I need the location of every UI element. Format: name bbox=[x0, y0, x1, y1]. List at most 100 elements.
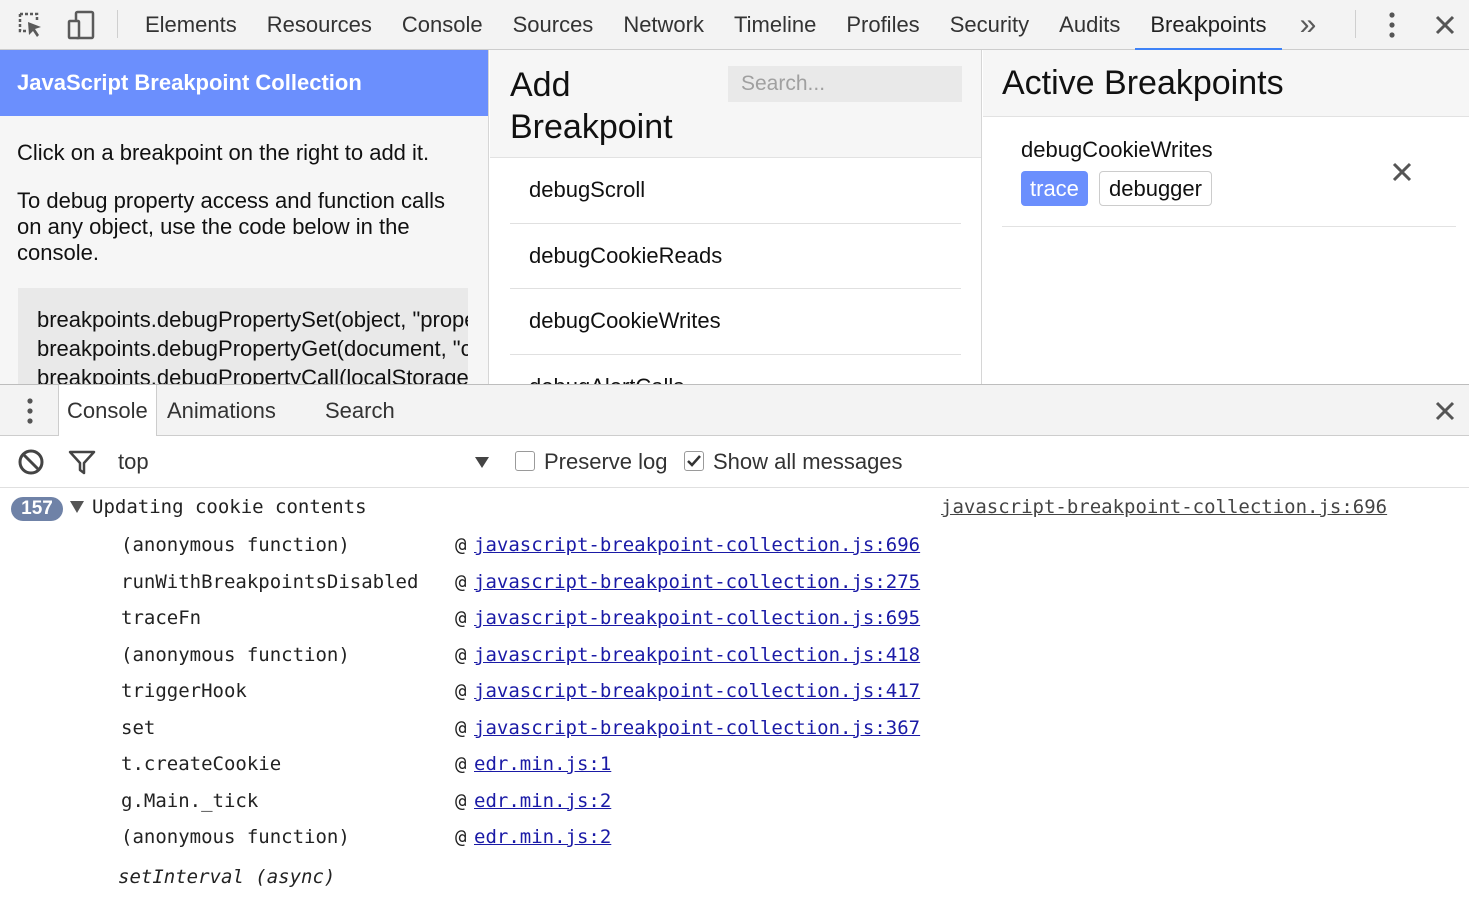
frame-link[interactable]: javascript-breakpoint-collection.js:695 bbox=[474, 607, 920, 629]
frame-link[interactable]: edr.min.js:2 bbox=[474, 790, 611, 812]
more-tabs-chevron-icon[interactable]: » bbox=[1296, 0, 1320, 50]
frame-function: (anonymous function) bbox=[121, 643, 350, 666]
frame-function: (anonymous function) bbox=[121, 534, 350, 556]
drawer-toolbar: Console Animations Search bbox=[0, 384, 1469, 437]
tab-profiles[interactable]: Profiles bbox=[831, 0, 934, 50]
tab-security[interactable]: Security bbox=[935, 0, 1044, 50]
description-text: To debug property access and function ca… bbox=[17, 188, 446, 265]
frame-function: traceFn bbox=[121, 607, 202, 629]
frame-at: @ bbox=[455, 680, 467, 702]
frame-function: runWithBreakpointsDisabled bbox=[121, 570, 419, 593]
show-all-messages-checkbox[interactable] bbox=[684, 451, 704, 471]
expand-triangle-icon[interactable] bbox=[70, 501, 84, 513]
frame-at: @ bbox=[455, 643, 467, 666]
tab-network[interactable]: Network bbox=[608, 0, 719, 50]
preserve-log-label: Preserve log bbox=[544, 449, 668, 474]
console-filter-bar: top Preserve log Show all messages bbox=[0, 436, 1469, 488]
code-line: breakpoints.debugPropertyGet(document, "… bbox=[37, 336, 468, 361]
frame-link[interactable]: javascript-breakpoint-collection.js:696 bbox=[474, 534, 920, 556]
frame-link[interactable]: javascript-breakpoint-collection.js:417 bbox=[474, 680, 920, 702]
frame-link[interactable]: edr.min.js:2 bbox=[474, 826, 611, 848]
trace-toggle-button[interactable]: trace bbox=[1021, 171, 1088, 206]
panel-tabs: Elements Resources Console Sources Netwo… bbox=[130, 0, 1282, 51]
frame-at: @ bbox=[455, 716, 467, 739]
active-breakpoints-title: Active Breakpoints bbox=[983, 50, 1469, 117]
stack-frame: (anonymous function) @ edr.min.js:2 bbox=[0, 826, 1469, 856]
frame-function: (anonymous function) bbox=[121, 826, 350, 848]
breakpoint-item-debugAlertCalls[interactable]: debugAlertCalls bbox=[510, 355, 961, 384]
frame-at: @ bbox=[455, 826, 467, 848]
frame-function: set bbox=[121, 716, 156, 739]
drawer-tab-animations[interactable]: Animations bbox=[167, 385, 276, 436]
drawer-menu-icon[interactable] bbox=[20, 385, 40, 436]
filter-icon[interactable] bbox=[67, 436, 97, 488]
active-breakpoint-name: debugCookieWrites bbox=[1021, 137, 1213, 162]
repeat-count-badge: 157 bbox=[11, 497, 63, 521]
message-source-link[interactable]: javascript-breakpoint-collection.js:696 bbox=[941, 496, 1387, 518]
preserve-log-checkbox[interactable] bbox=[515, 451, 535, 471]
code-example: breakpoints.debugPropertySet(object, "pr… bbox=[18, 288, 468, 384]
toolbar-divider-right bbox=[1355, 10, 1356, 38]
tab-breakpoints[interactable]: Breakpoints bbox=[1135, 0, 1282, 51]
code-line: breakpoints.debugPropertyCall(localStora… bbox=[37, 365, 468, 384]
frame-at: @ bbox=[455, 789, 467, 812]
tab-resources[interactable]: Resources bbox=[252, 0, 387, 50]
tab-timeline[interactable]: Timeline bbox=[719, 0, 831, 50]
drawer-tab-search[interactable]: Search bbox=[325, 385, 395, 436]
breakpoint-search-input[interactable] bbox=[728, 66, 962, 102]
more-options-icon[interactable] bbox=[1382, 0, 1402, 50]
stack-frame: (anonymous function) @ javascript-breakp… bbox=[0, 534, 1469, 564]
panel-title: JavaScript Breakpoint Collection bbox=[0, 50, 488, 116]
close-devtools-icon[interactable] bbox=[1432, 0, 1458, 50]
device-mode-icon[interactable] bbox=[64, 0, 98, 50]
clear-console-icon[interactable] bbox=[17, 436, 45, 488]
stack-frame: set @ javascript-breakpoint-collection.j… bbox=[0, 717, 1469, 747]
console-messages: 157 Updating cookie contents javascript-… bbox=[0, 488, 1469, 900]
tab-audits[interactable]: Audits bbox=[1044, 0, 1135, 50]
breakpoint-item-debugScroll[interactable]: debugScroll bbox=[510, 158, 961, 224]
show-all-messages-label: Show all messages bbox=[713, 449, 903, 474]
frame-link[interactable]: javascript-breakpoint-collection.js:275 bbox=[474, 571, 920, 593]
stack-frame: t.createCookie @ edr.min.js:1 bbox=[0, 753, 1469, 783]
frame-at: @ bbox=[455, 570, 467, 593]
stack-frame: triggerHook @ javascript-breakpoint-coll… bbox=[0, 680, 1469, 710]
stack-frame: runWithBreakpointsDisabled @ javascript-… bbox=[0, 571, 1469, 601]
breakpoint-item-debugCookieWrites[interactable]: debugCookieWrites bbox=[510, 289, 961, 355]
frame-link[interactable]: edr.min.js:1 bbox=[474, 753, 611, 775]
frame-at: @ bbox=[455, 753, 467, 775]
active-breakpoints-panel: Active Breakpoints debugCookieWrites tra… bbox=[983, 50, 1469, 384]
frame-at: @ bbox=[455, 534, 467, 556]
add-breakpoint-panel: Add Breakpoint debugScroll debugCookieRe… bbox=[490, 50, 982, 384]
active-breakpoint-row: debugCookieWrites trace debugger bbox=[1002, 117, 1456, 227]
frame-function: g.Main._tick bbox=[121, 789, 259, 812]
devtools-toolbar: Elements Resources Console Sources Netwo… bbox=[0, 0, 1469, 51]
context-dropdown-arrow-icon[interactable] bbox=[474, 436, 490, 488]
breakpoint-item-debugCookieReads[interactable]: debugCookieReads bbox=[510, 224, 961, 289]
debugger-toggle-button[interactable]: debugger bbox=[1099, 171, 1212, 206]
drawer-tab-console[interactable]: Console bbox=[58, 385, 157, 437]
add-breakpoint-header: Add Breakpoint bbox=[490, 50, 981, 158]
remove-breakpoint-icon[interactable] bbox=[1391, 161, 1417, 187]
inspect-element-icon[interactable] bbox=[14, 0, 48, 50]
console-message-text: Updating cookie contents bbox=[92, 496, 367, 518]
frame-link[interactable]: javascript-breakpoint-collection.js:418 bbox=[474, 644, 920, 666]
async-frame-label: setInterval (async) bbox=[118, 866, 336, 888]
stack-frame: (anonymous function) @ javascript-breakp… bbox=[0, 644, 1469, 674]
code-line: breakpoints.debugPropertySet(object, "pr… bbox=[37, 307, 468, 332]
frame-at: @ bbox=[455, 607, 467, 629]
tab-console[interactable]: Console bbox=[387, 0, 498, 50]
close-drawer-icon[interactable] bbox=[1433, 385, 1457, 436]
frame-function: t.createCookie bbox=[121, 753, 282, 775]
tab-sources[interactable]: Sources bbox=[498, 0, 609, 50]
tab-elements[interactable]: Elements bbox=[130, 0, 252, 50]
stack-frame: traceFn @ javascript-breakpoint-collecti… bbox=[0, 607, 1469, 637]
context-selector[interactable]: top bbox=[118, 436, 149, 488]
frame-link[interactable]: javascript-breakpoint-collection.js:367 bbox=[474, 717, 920, 739]
collection-info-panel: JavaScript Breakpoint Collection Click o… bbox=[0, 50, 489, 384]
frame-function: triggerHook bbox=[121, 680, 247, 702]
add-breakpoint-title: Add Breakpoint bbox=[510, 66, 673, 146]
instructions: Click on a breakpoint on the right to ad… bbox=[0, 116, 488, 266]
intro-text: Click on a breakpoint on the right to ad… bbox=[17, 140, 430, 165]
toolbar-divider bbox=[117, 10, 118, 38]
stack-frame: g.Main._tick @ edr.min.js:2 bbox=[0, 790, 1469, 820]
